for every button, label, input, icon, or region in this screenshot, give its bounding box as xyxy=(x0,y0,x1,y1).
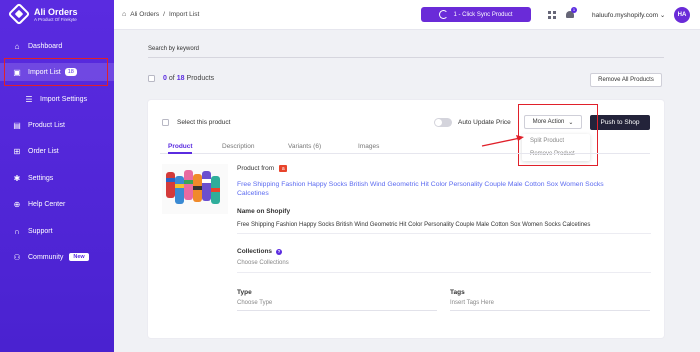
sidebar-item-order-list[interactable]: ⊞ Order List xyxy=(0,142,114,160)
tab-product[interactable]: Product xyxy=(168,143,193,150)
type-underline xyxy=(237,310,437,311)
name-on-shopify-label: Name on Shopify xyxy=(237,208,291,215)
divider xyxy=(237,233,651,234)
tags-input[interactable]: Insert Tags Here xyxy=(450,300,494,306)
brand-logo-icon xyxy=(7,2,31,26)
sidebar-item-support[interactable]: ∩ Support xyxy=(0,222,114,240)
brand[interactable]: Ali Orders A Product Of Firekyte xyxy=(7,2,78,26)
users-icon: ⚇ xyxy=(13,252,21,262)
auto-update-toggle[interactable] xyxy=(434,118,452,127)
annotation-arrow-icon xyxy=(481,135,524,147)
name-on-shopify-field[interactable]: Free Shipping Fashion Happy Socks Britis… xyxy=(237,222,590,228)
sidebar-item-label: Support xyxy=(28,227,53,235)
type-input[interactable]: Choose Type xyxy=(237,300,272,306)
breadcrumb-separator: / xyxy=(163,11,165,18)
sync-product-button[interactable]: 1 - Click Sync Product xyxy=(421,7,531,22)
collections-input[interactable]: Choose Collections xyxy=(237,260,289,266)
gear-icon: ✱ xyxy=(13,173,21,183)
notification-bell-icon[interactable]: 1 xyxy=(566,7,577,19)
count-of: of xyxy=(168,75,175,82)
select-product-label: Select this product xyxy=(177,119,231,126)
aliexpress-icon[interactable]: a xyxy=(279,165,288,172)
breadcrumb: ⌂ Ali Orders / Import List xyxy=(122,11,199,18)
top-bar: ⌂ Ali Orders / Import List 1 - Click Syn… xyxy=(114,0,700,30)
avatar[interactable]: HA xyxy=(674,7,690,23)
cart-icon: ⊞ xyxy=(13,146,21,156)
tab-images[interactable]: Images xyxy=(358,143,379,150)
collections-heading: Collections ? xyxy=(237,248,283,255)
sidebar-item-label: Community xyxy=(28,253,64,261)
product-title-link[interactable]: Free Shipping Fashion Happy Socks Britis… xyxy=(237,180,637,198)
sidebar-item-label: Import Settings xyxy=(40,95,88,103)
auto-update-label: Auto Update Price xyxy=(458,119,511,126)
search-input-underline xyxy=(148,57,664,58)
search-label[interactable]: Search by keyword xyxy=(148,46,199,52)
sidebar-item-settings[interactable]: ✱ Settings xyxy=(0,169,114,187)
sidebar-item-product-list[interactable]: ▤ Product List xyxy=(0,116,114,134)
sidebar-item-community[interactable]: ⚇ Community New xyxy=(0,248,114,266)
tab-description[interactable]: Description xyxy=(222,143,255,150)
product-tabs: Product Description Variants (6) Images xyxy=(160,142,650,154)
push-to-shop-button[interactable]: Push to Shop xyxy=(590,115,650,130)
sidebar-item-dashboard[interactable]: ⌂ Dashboard xyxy=(0,37,114,55)
brand-title: Ali Orders xyxy=(34,6,78,17)
bag-icon: ▤ xyxy=(13,120,21,130)
product-count: 0 of 18 Products xyxy=(148,75,214,82)
sliders-icon: ☰ xyxy=(25,94,33,104)
sidebar-item-label: Product List xyxy=(28,121,65,129)
highlight-box xyxy=(518,104,598,166)
brand-subtitle: A Product Of Firekyte xyxy=(34,16,77,22)
remove-all-products-button[interactable]: Remove All Products xyxy=(590,73,662,87)
product-from-label: Product from xyxy=(237,165,275,172)
chevron-down-icon: ⌄ xyxy=(659,12,666,19)
notification-count: 1 xyxy=(571,7,577,13)
sidebar-item-label: Settings xyxy=(28,174,54,182)
total-count: 18 xyxy=(176,75,185,82)
sidebar-item-label: Help Center xyxy=(28,200,66,208)
selected-count: 0 xyxy=(163,75,167,82)
tags-underline xyxy=(450,310,650,311)
tab-variants[interactable]: Variants (6) xyxy=(288,143,321,150)
count-suffix: Products xyxy=(186,75,215,82)
highlight-box xyxy=(4,58,108,86)
active-tab-indicator xyxy=(168,152,192,154)
product-image[interactable] xyxy=(162,164,228,214)
headset-icon: ∩ xyxy=(14,226,20,236)
home-icon[interactable]: ⌂ xyxy=(122,11,126,18)
sidebar-item-help-center[interactable]: ⊕ Help Center xyxy=(0,195,114,213)
select-product-checkbox[interactable] xyxy=(162,119,169,126)
help-icon: ⊕ xyxy=(13,199,21,209)
sidebar-item-label: Order List xyxy=(28,147,59,155)
info-icon[interactable]: ? xyxy=(276,248,283,255)
product-card: Select this product Auto Update Price Mo… xyxy=(148,100,664,338)
sidebar: Ali Orders A Product Of Firekyte ⌂ Dashb… xyxy=(0,0,114,352)
type-label: Type xyxy=(237,289,252,296)
divider xyxy=(237,272,651,273)
apps-grid-icon[interactable] xyxy=(548,11,556,19)
breadcrumb-current: Import List xyxy=(168,11,200,18)
sync-product-label: 1 - Click Sync Product xyxy=(453,11,513,18)
sidebar-item-label: Dashboard xyxy=(28,42,63,50)
breadcrumb-root[interactable]: Ali Orders xyxy=(130,11,159,18)
select-product-row[interactable]: Select this product xyxy=(162,119,230,126)
select-all-checkbox[interactable] xyxy=(148,75,155,82)
product-from: Product from a xyxy=(237,165,288,172)
home-icon: ⌂ xyxy=(14,41,20,51)
new-badge: New xyxy=(69,253,89,261)
shop-domain: haluufo.myshopify.com xyxy=(592,12,658,19)
sidebar-item-import-settings[interactable]: ☰ Import Settings xyxy=(0,90,114,108)
tags-label: Tags xyxy=(450,289,465,296)
sync-icon xyxy=(439,10,449,19)
shop-selector[interactable]: haluufo.myshopify.com ⌄ xyxy=(592,11,665,19)
collections-label: Collections xyxy=(237,248,273,255)
